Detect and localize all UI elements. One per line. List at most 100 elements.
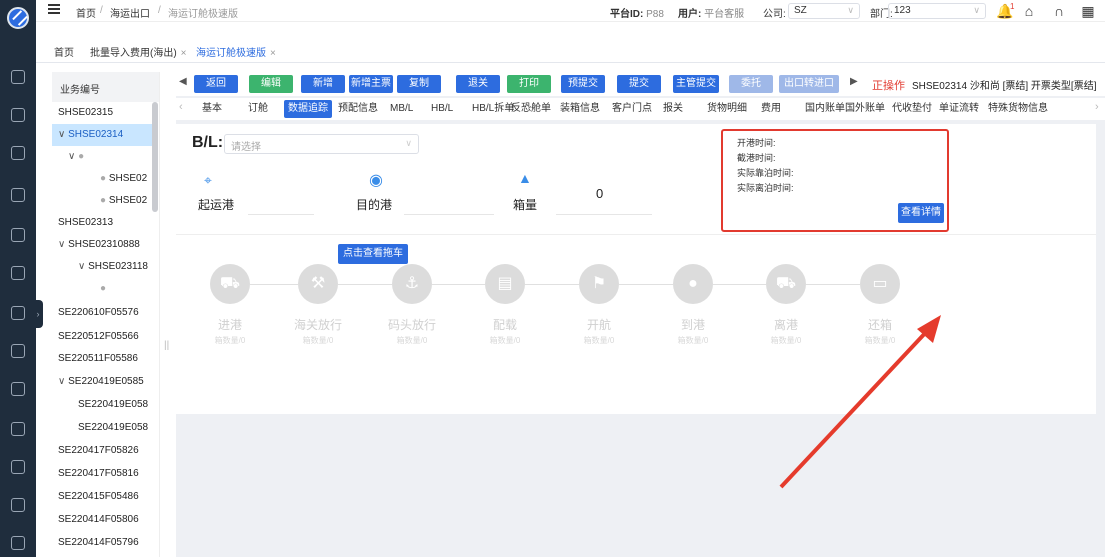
status-label: 正操作 [872, 80, 905, 92]
action-button[interactable]: 返回 [194, 75, 238, 93]
nav-icon-9[interactable] [11, 382, 25, 396]
detail-tab[interactable]: 数据追踪 [284, 100, 332, 118]
page-tab-home[interactable]: 首页 [54, 44, 74, 59]
list-item[interactable]: SE220419E058 [52, 417, 152, 439]
bl-select[interactable]: 请选择 [224, 134, 419, 154]
apps-grid-icon[interactable]: ▦ [1080, 3, 1096, 19]
list-item[interactable]: SE220414F05806 [52, 509, 152, 531]
action-button[interactable]: 出口转进口 [779, 75, 839, 93]
step-icon: ⛟ [210, 264, 250, 304]
sidebar-scrollbar[interactable] [152, 102, 158, 212]
detail-tab[interactable]: 费用 [757, 100, 785, 118]
tab-scroll-right-icon[interactable]: › [1095, 101, 1099, 113]
node-icon: ● [100, 195, 109, 206]
list-item[interactable]: SE220417F05816 [52, 463, 152, 485]
detail-tab[interactable]: 代收垫付 [888, 100, 936, 118]
page-tab-booking[interactable]: 海运订舱极速版 × [196, 44, 276, 59]
nav-icon-12[interactable] [11, 498, 25, 512]
nav-icon-10[interactable] [11, 422, 25, 436]
detail-tab[interactable]: 客户门点 [608, 100, 656, 118]
detail-tab[interactable]: 反恐舱单 [507, 100, 555, 118]
close-icon[interactable]: × [181, 48, 187, 59]
detail-tab[interactable]: HB/L [427, 100, 457, 118]
page-tab-batch-import[interactable]: 批量导入费用(海出) × [90, 44, 187, 59]
step-label: 码头放行 [387, 318, 436, 332]
cutoff-time-label: 截港时间: [737, 153, 776, 163]
open-port-time-label: 开港时间: [737, 138, 776, 148]
berthing-time-label: 实际靠泊时间: [737, 168, 794, 178]
resize-handle[interactable]: || [164, 340, 169, 351]
view-details-button[interactable]: 查看详情 [898, 203, 944, 223]
action-button[interactable]: 预提交 [561, 75, 605, 93]
list-item[interactable]: SE220415F05486 [52, 486, 152, 508]
detail-tab[interactable]: 单证流转 [935, 100, 983, 118]
detail-tab[interactable]: 装箱信息 [556, 100, 604, 118]
detail-tab[interactable]: 报关 [659, 100, 687, 118]
list-item[interactable]: SE220414F05796 [52, 532, 152, 554]
action-button[interactable]: 打印 [507, 75, 551, 93]
breadcrumb-home[interactable]: 首页 [76, 5, 96, 20]
nav-icon-7[interactable] [11, 306, 25, 320]
app-logo-icon[interactable] [7, 7, 29, 29]
action-button[interactable]: 提交 [617, 75, 661, 93]
detail-tab[interactable]: 基本 [198, 100, 226, 118]
bell-badge: 1 [1010, 2, 1015, 11]
nav-icon-2[interactable] [11, 108, 25, 122]
highlight-box: 开港时间: 截港时间: 实际靠泊时间: 实际离泊时间: 查看详情 [721, 129, 949, 232]
list-item[interactable]: ● SHSE02 [52, 168, 152, 190]
detail-tab[interactable]: 货物明细 [703, 100, 751, 118]
nav-icon-11[interactable] [11, 460, 25, 474]
nav-icon-3[interactable] [11, 146, 25, 160]
action-button[interactable]: 退关 [456, 75, 500, 93]
home-icon[interactable]: ⌂ [1021, 3, 1037, 19]
list-item[interactable]: SHSE02313 [52, 212, 152, 234]
tab-scroll-left-icon[interactable]: ‹ [179, 101, 183, 113]
view-trailer-button[interactable]: 点击查看拖车 [338, 244, 408, 264]
close-icon[interactable]: × [270, 48, 276, 59]
breadcrumb-section[interactable]: 海运出口 [110, 5, 150, 20]
step-connector [338, 284, 392, 285]
list-item[interactable]: ∨ ● [52, 146, 152, 168]
action-button[interactable]: 编辑 [249, 75, 293, 93]
list-item[interactable]: SE220512F05566 [52, 326, 152, 348]
nav-icon-13[interactable] [11, 536, 25, 550]
list-item[interactable]: ∨ SHSE02314 [52, 124, 152, 146]
nav-icon-6[interactable] [11, 266, 25, 280]
list-item[interactable]: SE220419E058 [52, 394, 152, 416]
support-icon[interactable]: ∩ [1051, 3, 1067, 19]
list-item[interactable]: SE220417F05826 [52, 440, 152, 462]
action-button[interactable]: 新增主票 [349, 75, 393, 93]
rail-expand-handle[interactable]: › [33, 300, 43, 328]
list-item[interactable]: ∨ SHSE02310888 [52, 234, 152, 256]
bl-label: B/L: [192, 134, 224, 151]
list-item[interactable]: ∨ SE220419E0585 [52, 371, 152, 393]
list-item[interactable]: SE220610F05576 [52, 302, 152, 324]
step-label: 进港 [217, 318, 242, 332]
detail-tab[interactable]: 预配信息 [334, 100, 382, 118]
detail-tab[interactable]: 订舱 [244, 100, 272, 118]
nav-icon-5[interactable] [11, 228, 25, 242]
action-button[interactable]: 复制 [397, 75, 441, 93]
action-button[interactable]: 委托 [729, 75, 773, 93]
list-item[interactable]: ● SHSE02 [52, 190, 152, 212]
step-count: 箱数量/0 [677, 336, 709, 345]
company-select[interactable]: SZ [788, 3, 860, 19]
list-item[interactable]: SHSE02315 [52, 102, 152, 124]
nav-icon-1[interactable] [11, 70, 25, 84]
action-button[interactable]: 主管提交 [673, 75, 719, 93]
scroll-right-icon[interactable]: ▶ [850, 76, 858, 87]
detail-tab[interactable]: 国外账单 [841, 100, 889, 118]
scroll-left-icon[interactable]: ◀ [179, 76, 187, 87]
node-icon: ● [78, 151, 85, 162]
dept-select[interactable]: 123 [888, 3, 986, 19]
detail-tab[interactable]: 特殊货物信息 [984, 100, 1052, 118]
nav-icon-4[interactable] [11, 188, 25, 202]
action-button[interactable]: 新增 [301, 75, 345, 93]
list-item[interactable]: ∨ SHSE023118 [52, 256, 152, 278]
menu-toggle-icon[interactable] [48, 4, 60, 14]
list-item[interactable]: SE220511F05586 [52, 348, 152, 370]
nav-icon-8[interactable] [11, 344, 25, 358]
detail-tab[interactable]: MB/L [386, 100, 417, 118]
list-item[interactable]: ● [52, 278, 152, 300]
tracking-step: ⚑ 开航 箱数量/0 [573, 264, 625, 346]
